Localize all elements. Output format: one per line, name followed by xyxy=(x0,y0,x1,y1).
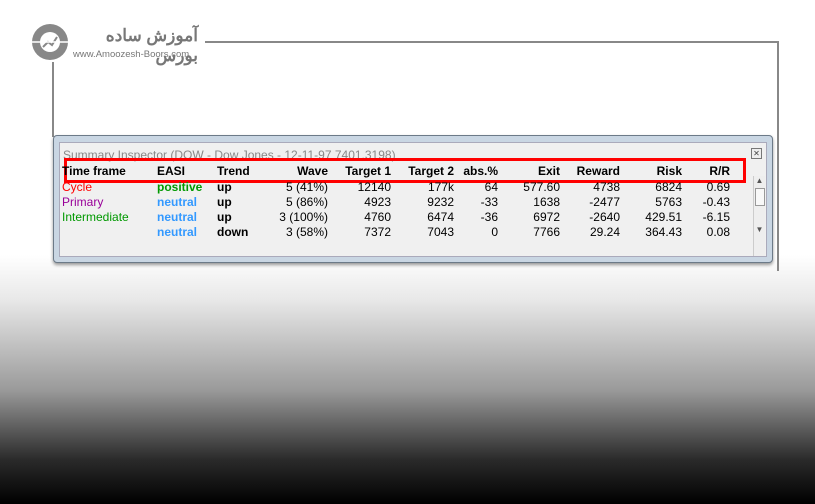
cell-exit: 1638 xyxy=(533,195,560,209)
cell-rr: -6.15 xyxy=(702,210,730,224)
cell-wave: 5 (41%) xyxy=(285,180,328,194)
cell-risk: 6824 xyxy=(655,180,682,194)
cell-trend: up xyxy=(217,180,232,194)
cell-timeframe: Cycle xyxy=(62,180,93,194)
cell-exit: 577.60 xyxy=(523,180,560,194)
logo-text-fa: آموزش ساده بورس xyxy=(105,26,198,65)
cell-t1: 4923 xyxy=(364,195,391,209)
column-header: Risk xyxy=(656,164,682,178)
cell-reward: -2640 xyxy=(589,210,620,224)
column-header: Target 2 xyxy=(408,164,454,178)
cell-wave: 3 (100%) xyxy=(279,210,328,224)
logo-url: www.Amoozesh-Boors.com xyxy=(73,49,190,60)
cell-abs: 64 xyxy=(484,180,498,194)
globe-chart-icon xyxy=(32,24,68,60)
column-header: Wave xyxy=(297,164,328,178)
cell-easi: neutral xyxy=(157,210,198,224)
cell-trend: up xyxy=(217,195,232,209)
column-header: Reward xyxy=(576,164,620,178)
cell-t2: 6474 xyxy=(427,210,454,224)
column-header: R/R xyxy=(709,164,730,178)
close-icon[interactable]: ✕ xyxy=(751,148,762,159)
cell-trend: up xyxy=(217,210,232,224)
cell-t1: 7372 xyxy=(364,225,391,239)
cell-risk: 5763 xyxy=(655,195,682,209)
scroll-up-icon[interactable]: ▲ xyxy=(754,176,765,185)
cell-rr: -0.43 xyxy=(702,195,730,209)
cell-reward: -2477 xyxy=(589,195,620,209)
table-row: Primary neutral up 5 (86%) 4923 9232 -33 1638 -2… xyxy=(60,195,758,210)
table-row: Cycle positive up 5 (41%) 12140 177k 64 577.60 4… xyxy=(60,180,758,195)
cell-easi: positive xyxy=(157,180,203,194)
cell-wave: 5 (86%) xyxy=(285,195,328,209)
cell-reward: 29.24 xyxy=(589,225,620,239)
scroll-down-icon[interactable]: ▼ xyxy=(754,225,765,234)
window-content: Summary Inspector (DOW - Dow Jones - 12-… xyxy=(59,142,767,257)
column-header: Time frame xyxy=(62,164,126,178)
column-header: EASI xyxy=(157,164,186,178)
column-header: Trend xyxy=(217,164,250,178)
cell-abs: 0 xyxy=(491,225,498,239)
scroll-thumb[interactable] xyxy=(755,188,765,206)
cell-exit: 6972 xyxy=(533,210,560,224)
cell-risk: 364.43 xyxy=(645,225,682,239)
cell-rr: 0.69 xyxy=(706,180,730,194)
table-row: neutral down 3 (58%) 7372 7043 0 7766 29.24 364.… xyxy=(60,225,758,240)
cell-t2: 177k xyxy=(427,180,454,194)
cell-easi: neutral xyxy=(157,195,198,209)
summary-inspector-window: Summary Inspector (DOW - Dow Jones - 12-… xyxy=(53,135,773,263)
cell-t1: 4760 xyxy=(364,210,391,224)
cell-easi: neutral xyxy=(157,225,198,239)
cell-t1: 12140 xyxy=(357,180,391,194)
cell-timeframe: Intermediate xyxy=(62,210,129,224)
column-header: abs.% xyxy=(463,164,498,178)
column-header: Target 1 xyxy=(345,164,391,178)
cell-reward: 4738 xyxy=(593,180,620,194)
table-header: Time frame EASI Trend Wave Target 1 Target 2 a… xyxy=(60,164,758,179)
cell-risk: 429.51 xyxy=(645,210,682,224)
cell-abs: -36 xyxy=(480,210,498,224)
cell-t2: 7043 xyxy=(427,225,454,239)
frame-line-left xyxy=(52,62,54,137)
cell-wave: 3 (58%) xyxy=(285,225,328,239)
cell-abs: -33 xyxy=(480,195,498,209)
cell-t2: 9232 xyxy=(427,195,454,209)
cell-timeframe: Primary xyxy=(62,195,104,209)
cell-trend: down xyxy=(217,225,249,239)
vertical-scrollbar[interactable]: ▲ ▼ xyxy=(753,176,765,256)
column-header: Exit xyxy=(537,164,560,178)
cell-rr: 0.08 xyxy=(706,225,730,239)
table-row: Intermediate neutral up 3 (100%) 4760 6474 -36… xyxy=(60,210,758,225)
frame-line-top xyxy=(205,41,779,43)
cell-exit: 7766 xyxy=(533,225,560,239)
frame-line-right xyxy=(777,41,779,271)
